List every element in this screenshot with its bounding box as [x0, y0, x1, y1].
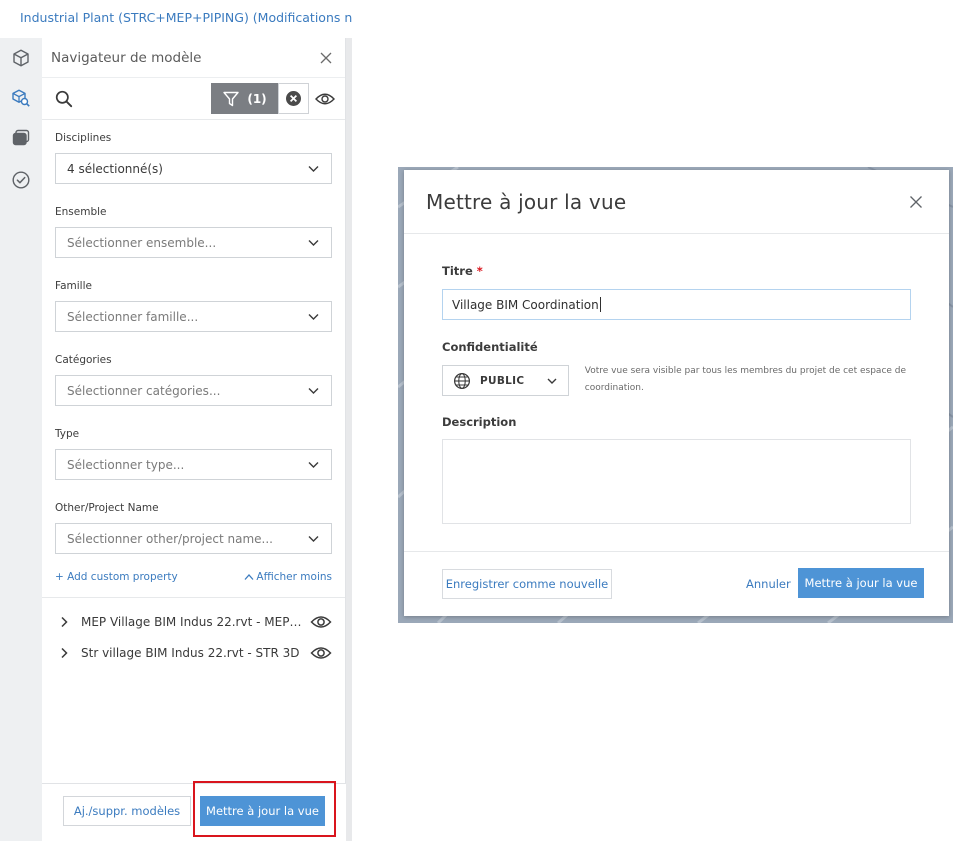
- model-navigator-panel: Navigateur de modèle (1) Disciplines 4 s…: [42, 38, 346, 841]
- clear-filter-button[interactable]: [278, 83, 309, 114]
- dropdown-placeholder: Sélectionner catégories...: [67, 383, 221, 398]
- dropdown-placeholder: Sélectionner famille...: [67, 309, 199, 324]
- panel-footer: Aj./suppr. modèles Mettre à jour la vue: [42, 783, 346, 841]
- project-title[interactable]: Industrial Plant (STRC+MEP+PIPING) (Modi…: [20, 10, 352, 25]
- dialog-body: Titre * Village BIM Coordination Confide…: [404, 234, 949, 524]
- rail-model-browser-button[interactable]: [0, 78, 42, 118]
- filter-label: Disciplines: [55, 132, 112, 144]
- funnel-icon: [223, 91, 240, 106]
- privacy-row: PUBLIC Votre vue sera visible par tous l…: [442, 365, 911, 397]
- description-textarea[interactable]: [442, 439, 911, 524]
- chevron-down-icon: [308, 536, 319, 542]
- privacy-dropdown[interactable]: PUBLIC: [442, 365, 569, 396]
- other-project-name-dropdown[interactable]: Sélectionner other/project name...: [55, 523, 332, 554]
- eye-icon[interactable]: [310, 614, 332, 630]
- show-less-link[interactable]: Afficher moins: [244, 571, 332, 583]
- filter-label: Famille: [55, 280, 92, 292]
- filter-type: Type Sélectionner type...: [55, 428, 332, 480]
- visibility-toggle-button[interactable]: [314, 88, 336, 110]
- dropdown-placeholder: Sélectionner type...: [67, 457, 185, 472]
- privacy-help-text: Votre vue sera visible par tous les memb…: [584, 366, 907, 393]
- show-less-label: Afficher moins: [256, 571, 332, 583]
- filter-label: Type: [55, 428, 80, 440]
- disciplines-dropdown[interactable]: 4 sélectionné(s): [55, 153, 332, 184]
- privacy-value: PUBLIC: [480, 374, 525, 387]
- dropdown-placeholder: Sélectionner other/project name...: [67, 531, 273, 546]
- rail-views-button[interactable]: [0, 118, 42, 158]
- categories-dropdown[interactable]: Sélectionner catégories...: [55, 375, 332, 406]
- filter-categories: Catégories Sélectionner catégories...: [55, 354, 332, 406]
- filter-ensemble: Ensemble Sélectionner ensemble...: [55, 206, 332, 258]
- chevron-right-icon[interactable]: [59, 616, 69, 628]
- dialog-footer: Enregistrer comme nouvelle Annuler Mettr…: [404, 551, 949, 616]
- privacy-label: Confidentialité: [442, 340, 538, 354]
- model-name: MEP Village BIM Indus 22.rvt - MEP 3D: [81, 614, 302, 629]
- rail-models-button[interactable]: [0, 38, 42, 78]
- filter-label: Other/Project Name: [55, 502, 159, 514]
- model-name: Str village BIM Indus 22.rvt - STR 3D: [81, 645, 300, 660]
- filter-other-project-name: Other/Project Name Sélectionner other/pr…: [55, 502, 332, 554]
- title-label-text: Titre: [442, 264, 473, 278]
- clear-circle-icon: [286, 91, 301, 106]
- chevron-down-icon: [308, 462, 319, 468]
- close-icon[interactable]: [319, 51, 333, 65]
- panel-scrollbar[interactable]: [346, 38, 352, 841]
- type-dropdown[interactable]: Sélectionner type...: [55, 449, 332, 480]
- filter-disciplines: Disciplines 4 sélectionné(s): [55, 132, 332, 184]
- views-icon: [12, 129, 30, 146]
- filter-list: Disciplines 4 sélectionné(s) Ensemble Sé…: [42, 120, 345, 584]
- add-custom-property-link[interactable]: + Add custom property: [55, 571, 178, 583]
- search-icon[interactable]: [54, 89, 74, 109]
- dialog-title: Mettre à jour la vue: [426, 189, 627, 214]
- check-circle-icon: [12, 171, 30, 189]
- dropdown-value: 4 sélectionné(s): [67, 161, 163, 176]
- add-remove-models-button[interactable]: Aj./suppr. modèles: [63, 796, 191, 826]
- title-input[interactable]: Village BIM Coordination: [442, 289, 911, 320]
- chevron-down-icon: [308, 240, 319, 246]
- ensemble-dropdown[interactable]: Sélectionner ensemble...: [55, 227, 332, 258]
- filter-label: Catégories: [55, 354, 112, 366]
- description-label: Description: [442, 415, 517, 429]
- famille-dropdown[interactable]: Sélectionner famille...: [55, 301, 332, 332]
- model-search-icon: [12, 89, 30, 107]
- chevron-right-icon[interactable]: [59, 647, 69, 659]
- panel-header: Navigateur de modèle: [42, 38, 345, 78]
- close-icon[interactable]: [909, 195, 923, 209]
- required-mark: *: [476, 264, 483, 278]
- project-header: Industrial Plant (STRC+MEP+PIPING) (Modi…: [0, 0, 352, 34]
- eye-icon[interactable]: [310, 645, 332, 661]
- model-row[interactable]: MEP Village BIM Indus 22.rvt - MEP 3D: [42, 606, 345, 637]
- rail-issues-button[interactable]: [0, 160, 42, 200]
- left-rail: [0, 38, 42, 841]
- chevron-down-icon: [308, 166, 319, 172]
- filter-button[interactable]: (1): [211, 83, 278, 114]
- dialog-header: Mettre à jour la vue: [404, 170, 949, 234]
- eye-icon: [315, 93, 335, 105]
- text-cursor: [599, 297, 601, 312]
- filter-label: Ensemble: [55, 206, 107, 218]
- navigator-toolbar: (1): [42, 78, 345, 120]
- filter-links: + Add custom property Afficher moins: [55, 570, 332, 584]
- save-as-new-button[interactable]: Enregistrer comme nouvelle: [442, 569, 612, 599]
- chevron-down-icon: [308, 388, 319, 394]
- update-view-button[interactable]: Mettre à jour la vue: [200, 796, 325, 826]
- panel-title: Navigateur de modèle: [51, 49, 202, 66]
- title-input-value: Village BIM Coordination: [452, 297, 599, 312]
- filter-famille: Famille Sélectionner famille...: [55, 280, 332, 332]
- update-view-dialog: Mettre à jour la vue Titre * Village BIM…: [404, 170, 949, 616]
- model-row[interactable]: Str village BIM Indus 22.rvt - STR 3D: [42, 637, 345, 668]
- cube-icon: [13, 49, 29, 67]
- cancel-button[interactable]: Annuler: [746, 569, 791, 599]
- title-field-label: Titre *: [442, 264, 911, 278]
- dialog-update-view-button[interactable]: Mettre à jour la vue: [798, 568, 924, 598]
- filter-count: (1): [247, 91, 267, 106]
- model-list: MEP Village BIM Indus 22.rvt - MEP 3D St…: [42, 598, 345, 668]
- chevron-down-icon: [547, 378, 557, 384]
- chevron-up-icon: [244, 574, 254, 580]
- globe-icon: [453, 372, 471, 389]
- chevron-down-icon: [308, 314, 319, 320]
- dropdown-placeholder: Sélectionner ensemble...: [67, 235, 217, 250]
